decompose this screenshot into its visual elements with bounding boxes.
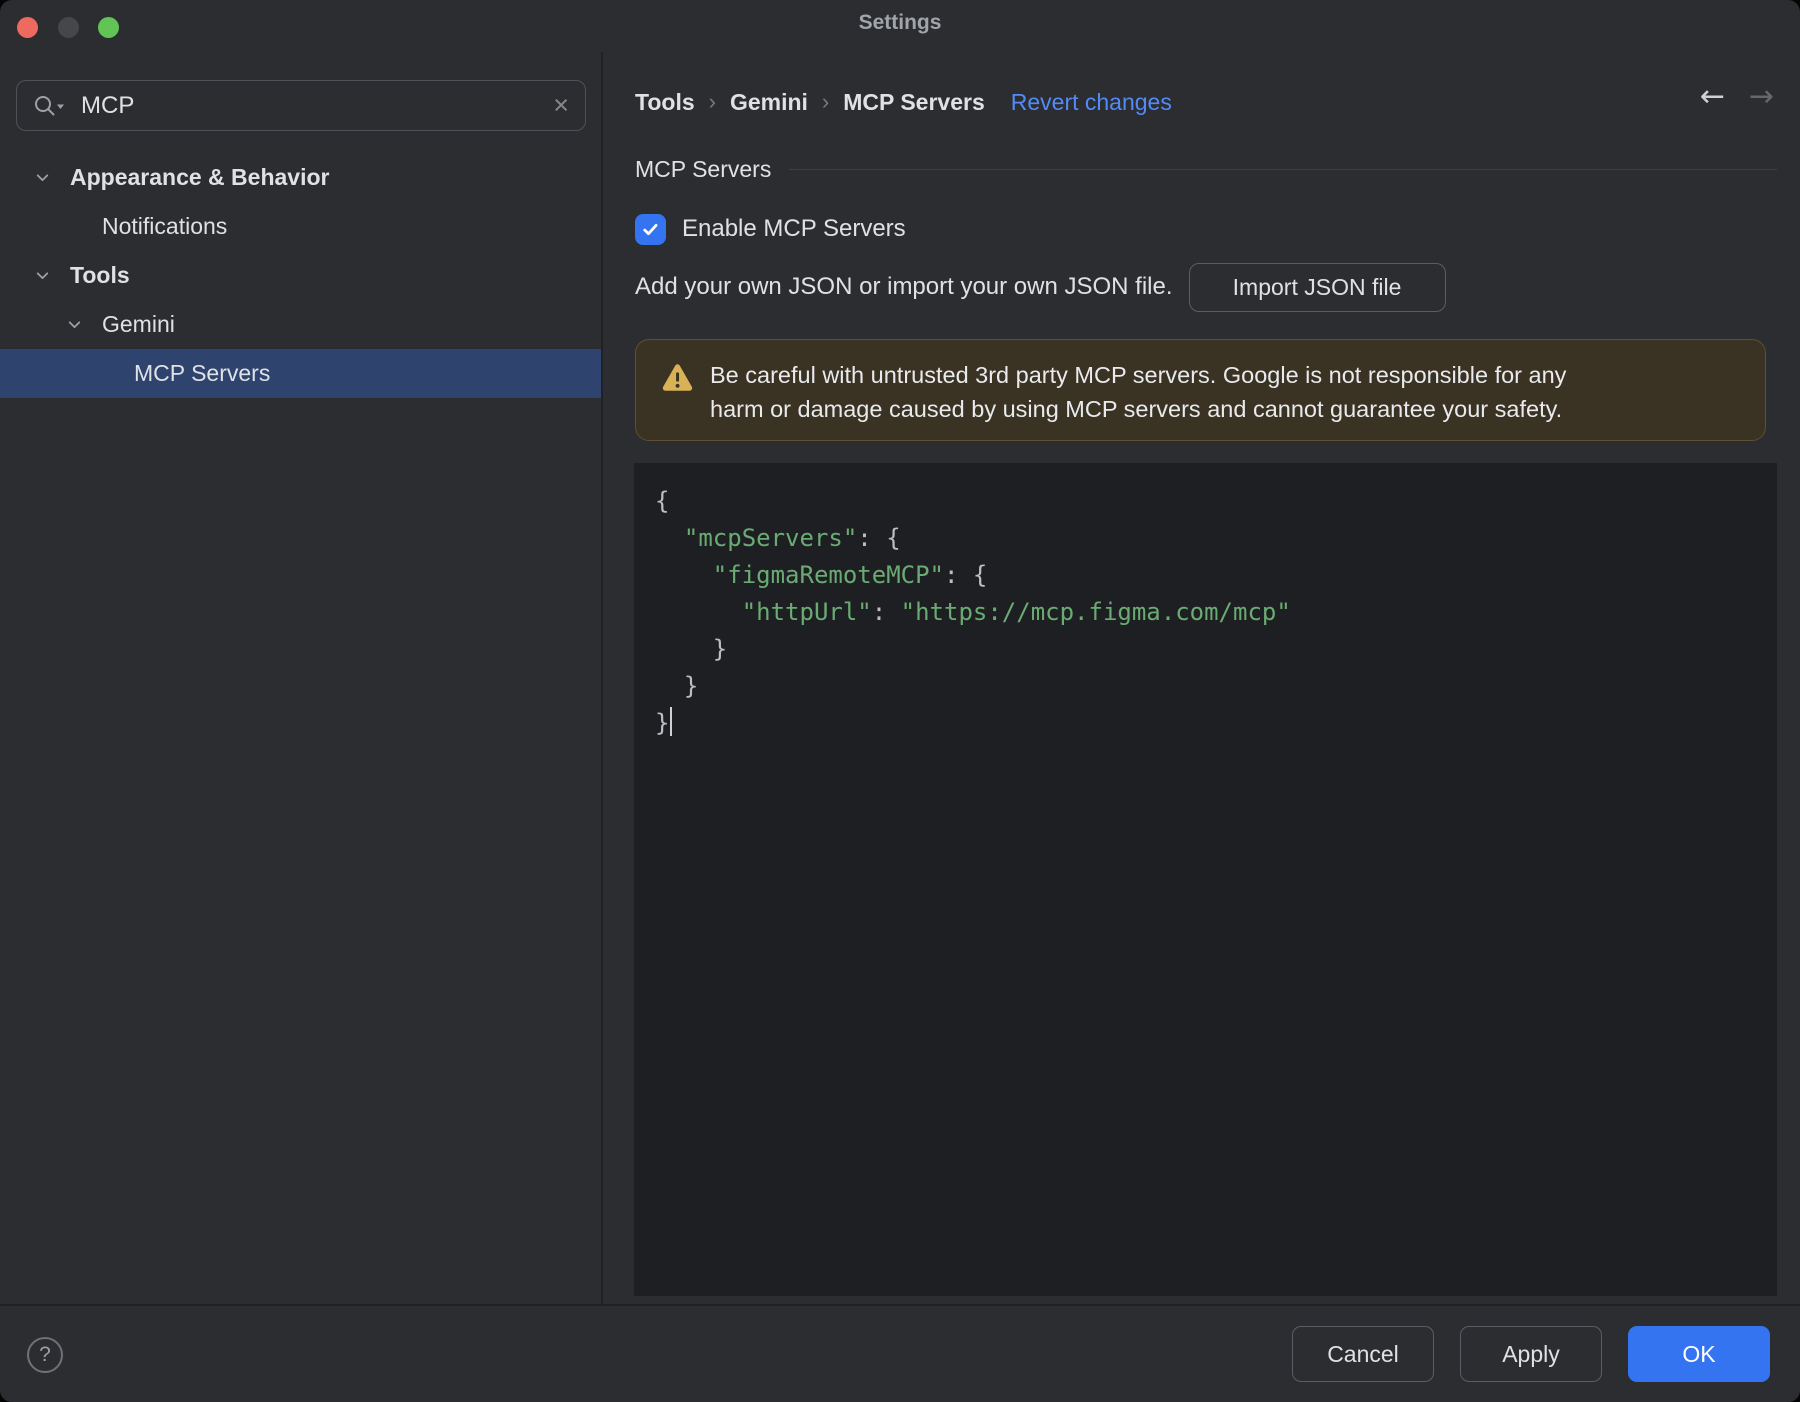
settings-dialog: Settings MCP × Appearance & Behavior Not…: [0, 0, 1800, 1402]
breadcrumb-mcp-servers: MCP Servers: [843, 88, 985, 115]
cancel-button[interactable]: Cancel: [1292, 1326, 1434, 1382]
text-cursor: [670, 707, 673, 736]
chevron-down-icon[interactable]: [34, 267, 70, 284]
ok-button[interactable]: OK: [1628, 1326, 1770, 1382]
section-divider: [789, 168, 1777, 170]
apply-button[interactable]: Apply: [1460, 1326, 1602, 1382]
sidebar-item-notifications[interactable]: Notifications: [0, 202, 601, 251]
section-title: MCP Servers: [635, 155, 772, 182]
sidebar-item-label: Notifications: [102, 213, 228, 239]
title-bar: Settings: [0, 0, 1800, 52]
sidebar-item-label: Gemini: [102, 311, 175, 337]
sidebar-item-gemini[interactable]: Gemini: [0, 300, 601, 349]
settings-search-input[interactable]: MCP ×: [16, 80, 586, 131]
import-json-file-button[interactable]: Import JSON file: [1188, 262, 1446, 312]
sidebar-item-appearance-behavior[interactable]: Appearance & Behavior: [0, 153, 601, 202]
check-icon: [643, 223, 658, 235]
json-editor-code: { "mcpServers": { "figmaRemoteMCP": { "h…: [655, 487, 1291, 737]
chevron-down-icon[interactable]: [34, 169, 70, 186]
breadcrumb-separator: ›: [821, 89, 830, 114]
import-hint-text: Add your own JSON or import your own JSO…: [635, 273, 1173, 300]
sidebar-item-mcp-servers[interactable]: MCP Servers: [0, 349, 601, 398]
warning-banner: Be careful with untrusted 3rd party MCP …: [635, 339, 1766, 441]
sidebar-item-label: MCP Servers: [134, 360, 271, 386]
breadcrumb: Tools › Gemini › MCP Servers Revert chan…: [635, 80, 1172, 124]
sidebar-item-label: Appearance & Behavior: [70, 164, 330, 190]
chevron-down-icon[interactable]: [66, 316, 102, 333]
warning-text: Be careful with untrusted 3rd party MCP …: [710, 362, 1567, 422]
sidebar-item-label: Tools: [70, 262, 130, 288]
breadcrumb-gemini[interactable]: Gemini: [730, 89, 808, 116]
settings-sidebar: MCP × Appearance & Behavior Notification…: [0, 52, 601, 1304]
mcp-json-editor[interactable]: { "mcpServers": { "figmaRemoteMCP": { "h…: [634, 463, 1777, 1296]
section-header: MCP Servers: [635, 154, 1777, 184]
forward-arrow-icon[interactable]: →: [1749, 82, 1774, 112]
window-title: Settings: [858, 11, 942, 34]
settings-tree: Appearance & Behavior Notifications Tool…: [0, 153, 601, 398]
footer-buttons: Cancel Apply OK: [1292, 1326, 1770, 1382]
enable-mcp-servers-row: Enable MCP Servers: [635, 210, 906, 248]
search-icon[interactable]: [33, 94, 67, 118]
search-query-text: MCP: [81, 91, 135, 119]
enable-mcp-servers-checkbox[interactable]: [635, 213, 666, 245]
help-icon[interactable]: ?: [27, 1337, 63, 1373]
clear-search-icon[interactable]: ×: [553, 92, 569, 119]
history-nav: ← →: [1700, 82, 1774, 112]
import-json-row: Add your own JSON or import your own JSO…: [635, 262, 1446, 312]
revert-changes-link[interactable]: Revert changes: [1011, 89, 1172, 116]
warning-triangle-icon: [662, 363, 693, 422]
enable-mcp-servers-label: Enable MCP Servers: [682, 215, 906, 242]
mcp-servers-page: Tools › Gemini › MCP Servers Revert chan…: [603, 52, 1800, 1304]
dialog-footer: ? Cancel Apply OK: [0, 1304, 1800, 1402]
back-arrow-icon[interactable]: ←: [1700, 82, 1725, 112]
breadcrumb-separator: ›: [708, 89, 716, 114]
breadcrumb-tools[interactable]: Tools: [635, 89, 695, 116]
sidebar-item-tools[interactable]: Tools: [0, 251, 601, 300]
